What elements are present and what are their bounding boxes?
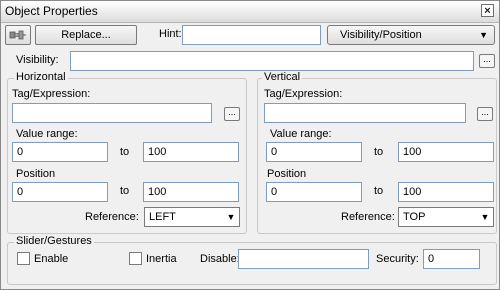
vertical-reference-label: Reference: <box>341 211 395 223</box>
horizontal-value-range-label: Value range: <box>16 128 78 140</box>
vertical-range-to-label: to <box>374 146 384 158</box>
vertical-position-to-label: to <box>374 185 384 197</box>
enable-checkbox[interactable] <box>17 252 30 265</box>
replace-button[interactable]: Replace... <box>35 25 137 45</box>
visibility-label: Visibility: <box>16 54 59 66</box>
vertical-tag-label: Tag/Expression: <box>264 88 343 100</box>
object-properties-window: Object Properties × Replace... Hint: Vis… <box>0 0 500 290</box>
pin-icon <box>9 30 26 40</box>
hint-label: Hint: <box>159 28 182 40</box>
vertical-range-to-input[interactable]: 100 <box>398 142 494 162</box>
vertical-reference-value: TOP <box>403 211 426 223</box>
horizontal-range-to-label: to <box>120 146 130 158</box>
chevron-down-icon: ▼ <box>480 212 490 222</box>
chevron-down-icon: ▼ <box>479 30 488 40</box>
vertical-range-from-input[interactable]: 0 <box>266 142 362 162</box>
close-icon: × <box>484 5 491 17</box>
security-input[interactable]: 0 <box>423 249 480 269</box>
mode-select-value: Visibility/Position <box>340 29 422 41</box>
visibility-input[interactable] <box>70 51 474 71</box>
vertical-reference-select[interactable]: TOP ▼ <box>398 207 494 227</box>
vertical-tag-input[interactable] <box>264 103 466 123</box>
horizontal-range-from-input[interactable]: 0 <box>12 142 108 162</box>
slider-gestures-group-title: Slider/Gestures <box>14 235 94 247</box>
horizontal-tag-label: Tag/Expression: <box>12 88 91 100</box>
window-title: Object Properties <box>5 4 98 18</box>
close-button[interactable]: × <box>481 4 494 17</box>
horizontal-position-from-input[interactable]: 0 <box>12 182 108 202</box>
vertical-group-title: Vertical <box>262 71 303 83</box>
hint-input[interactable] <box>182 25 321 45</box>
horizontal-position-to-input[interactable]: 100 <box>143 182 239 202</box>
horizontal-position-to-label: to <box>120 185 130 197</box>
enable-label: Enable <box>34 253 69 265</box>
vertical-position-from-input[interactable]: 0 <box>266 182 362 202</box>
chevron-down-icon: ▼ <box>226 212 236 222</box>
pin-button[interactable] <box>5 25 31 45</box>
title-bar: Object Properties × <box>1 1 499 23</box>
inertia-label: Inertia <box>146 253 177 265</box>
horizontal-tag-browse-button[interactable]: ... <box>224 107 240 121</box>
vertical-position-to-input[interactable]: 100 <box>398 182 494 202</box>
inertia-checkbox[interactable] <box>129 252 142 265</box>
horizontal-reference-select[interactable]: LEFT ▼ <box>144 207 240 227</box>
horizontal-reference-label: Reference: <box>85 211 139 223</box>
vertical-tag-browse-button[interactable]: ... <box>477 107 493 121</box>
security-label: Security: <box>376 253 419 265</box>
disable-label: Disable: <box>200 253 240 265</box>
visibility-browse-button[interactable]: ... <box>479 54 495 68</box>
horizontal-tag-input[interactable] <box>12 103 212 123</box>
horizontal-range-to-input[interactable]: 100 <box>143 142 239 162</box>
vertical-position-label: Position <box>267 168 307 180</box>
horizontal-position-label: Position <box>16 168 56 180</box>
horizontal-reference-value: LEFT <box>149 211 176 223</box>
disable-input[interactable] <box>238 249 369 269</box>
vertical-value-range-label: Value range: <box>270 128 332 140</box>
mode-select[interactable]: Visibility/Position ▼ <box>327 25 495 45</box>
horizontal-group-title: Horizontal <box>14 71 68 83</box>
